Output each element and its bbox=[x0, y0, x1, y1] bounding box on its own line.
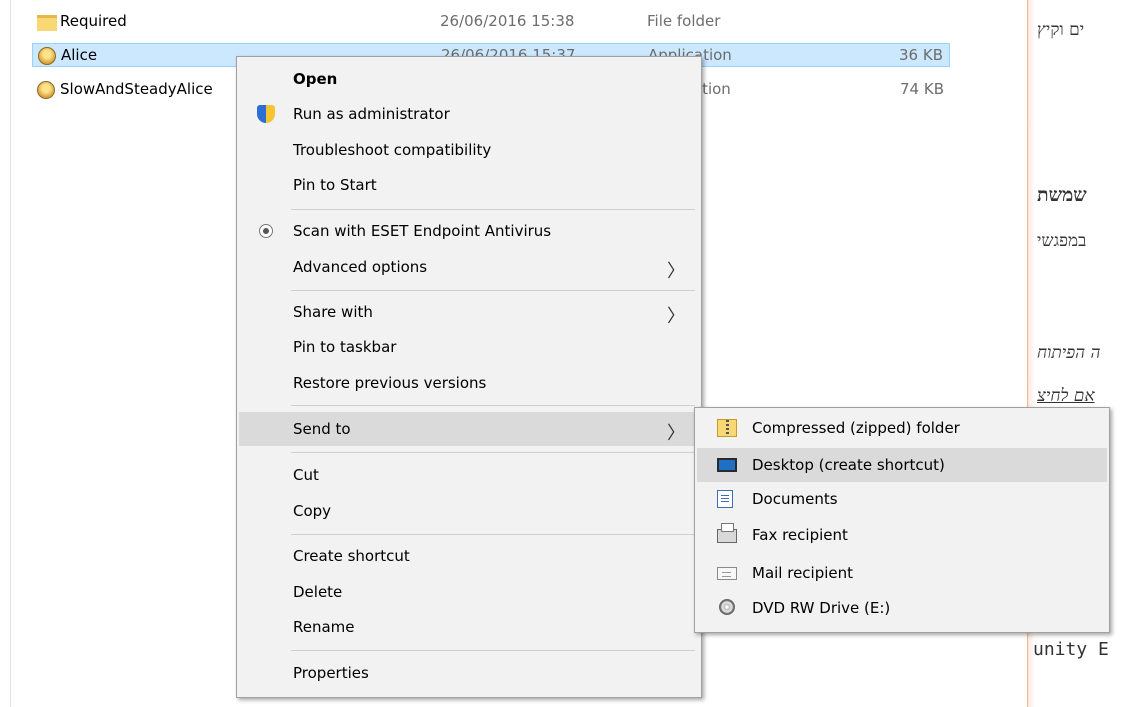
file-size: 74 KB bbox=[900, 80, 944, 98]
menu-item-delete[interactable]: Delete bbox=[239, 575, 699, 609]
dvd-drive-icon bbox=[719, 599, 735, 615]
menu-item-rename[interactable]: Rename bbox=[239, 610, 699, 644]
document-text: ה הפיתוח bbox=[1037, 343, 1101, 363]
document-text: unity E bbox=[1033, 639, 1109, 660]
menu-separator bbox=[291, 650, 695, 651]
menu-item-troubleshoot-compatibility[interactable]: Troubleshoot compatibility bbox=[239, 133, 699, 167]
menu-item-label: Restore previous versions bbox=[293, 374, 487, 392]
menu-item-label: Pin to Start bbox=[293, 176, 377, 194]
menu-item-send-to[interactable]: Send to 〉 bbox=[239, 412, 699, 446]
documents-icon bbox=[717, 490, 733, 508]
submenu-item-label: DVD RW Drive (E:) bbox=[752, 599, 891, 617]
alice-app-icon bbox=[37, 81, 55, 99]
menu-item-run-as-administrator[interactable]: Run as administrator bbox=[239, 97, 699, 131]
file-date: 26/06/2016 15:38 bbox=[440, 12, 575, 30]
submenu-item-label: Documents bbox=[752, 490, 838, 508]
document-link: אם לחיצ bbox=[1037, 386, 1095, 406]
chevron-right-icon: 〉 bbox=[667, 306, 685, 327]
menu-item-cut[interactable]: Cut bbox=[239, 458, 699, 492]
document-heading: שמשת bbox=[1037, 184, 1087, 206]
menu-item-advanced-options[interactable]: Advanced options 〉 bbox=[239, 250, 699, 284]
file-name: SlowAndSteadyAlice bbox=[60, 80, 213, 98]
menu-item-label: Troubleshoot compatibility bbox=[293, 141, 492, 159]
chevron-right-icon: 〉 bbox=[667, 423, 685, 444]
menu-item-restore-previous-versions[interactable]: Restore previous versions bbox=[239, 366, 699, 400]
send-to-compressed-folder[interactable]: Compressed (zipped) folder bbox=[697, 411, 1107, 445]
submenu-item-label: Compressed (zipped) folder bbox=[752, 419, 960, 437]
file-row-required[interactable]: Required 26/06/2016 15:38 File folder bbox=[32, 10, 950, 34]
menu-item-properties[interactable]: Properties bbox=[239, 656, 699, 690]
menu-item-label: Rename bbox=[293, 618, 355, 636]
chevron-right-icon: 〉 bbox=[667, 261, 685, 282]
send-to-dvd-drive[interactable]: DVD RW Drive (E:) bbox=[697, 591, 1107, 625]
send-to-mail-recipient[interactable]: Mail recipient bbox=[697, 556, 1107, 590]
menu-item-label: Advanced options bbox=[293, 258, 428, 276]
mail-icon bbox=[717, 567, 737, 580]
alice-app-icon bbox=[38, 47, 56, 65]
menu-item-label: Copy bbox=[293, 502, 332, 520]
menu-item-open[interactable]: Open bbox=[239, 62, 699, 96]
fax-icon bbox=[717, 523, 737, 543]
file-name: Alice bbox=[61, 46, 98, 64]
left-pane-edge bbox=[0, 0, 11, 707]
menu-separator bbox=[291, 209, 695, 210]
context-menu: Open Run as administrator Troubleshoot c… bbox=[236, 56, 702, 698]
menu-item-label: Properties bbox=[293, 664, 369, 682]
menu-item-label: Share with bbox=[293, 303, 373, 321]
menu-item-label: Create shortcut bbox=[293, 547, 410, 565]
file-size: 36 KB bbox=[899, 46, 943, 64]
document-text: במפגשי bbox=[1037, 231, 1087, 251]
menu-item-label: Cut bbox=[293, 466, 319, 484]
menu-item-pin-to-start[interactable]: Pin to Start bbox=[239, 168, 699, 202]
uac-shield-icon bbox=[257, 105, 275, 123]
menu-separator bbox=[291, 452, 695, 453]
menu-item-scan-eset[interactable]: Scan with ESET Endpoint Antivirus bbox=[239, 214, 699, 248]
send-to-fax-recipient[interactable]: Fax recipient bbox=[697, 518, 1107, 552]
submenu-item-label: Desktop (create shortcut) bbox=[752, 456, 945, 474]
menu-item-label: Delete bbox=[293, 583, 343, 601]
document-text: ים וקיץ bbox=[1037, 20, 1085, 40]
submenu-item-label: Mail recipient bbox=[752, 564, 854, 582]
desktop-icon bbox=[717, 458, 737, 472]
send-to-submenu: Compressed (zipped) folder Desktop (crea… bbox=[694, 407, 1110, 633]
menu-item-label: Open bbox=[293, 70, 338, 88]
menu-separator bbox=[291, 290, 695, 291]
file-type: File folder bbox=[647, 12, 721, 30]
menu-item-label: Pin to taskbar bbox=[293, 338, 397, 356]
folder-icon bbox=[37, 15, 57, 31]
menu-item-label: Run as administrator bbox=[293, 105, 450, 123]
menu-item-copy[interactable]: Copy bbox=[239, 494, 699, 528]
menu-item-share-with[interactable]: Share with 〉 bbox=[239, 295, 699, 329]
eset-scan-icon bbox=[259, 224, 273, 238]
menu-item-label: Send to bbox=[293, 420, 351, 438]
menu-item-create-shortcut[interactable]: Create shortcut bbox=[239, 539, 699, 573]
menu-item-pin-to-taskbar[interactable]: Pin to taskbar bbox=[239, 330, 699, 364]
menu-item-label: Scan with ESET Endpoint Antivirus bbox=[293, 222, 552, 240]
send-to-desktop[interactable]: Desktop (create shortcut) bbox=[697, 448, 1107, 482]
file-name: Required bbox=[60, 12, 127, 30]
zip-folder-icon bbox=[717, 419, 737, 437]
menu-separator bbox=[291, 534, 695, 535]
menu-separator bbox=[291, 405, 695, 406]
send-to-documents[interactable]: Documents bbox=[697, 482, 1107, 516]
submenu-item-label: Fax recipient bbox=[752, 526, 848, 544]
